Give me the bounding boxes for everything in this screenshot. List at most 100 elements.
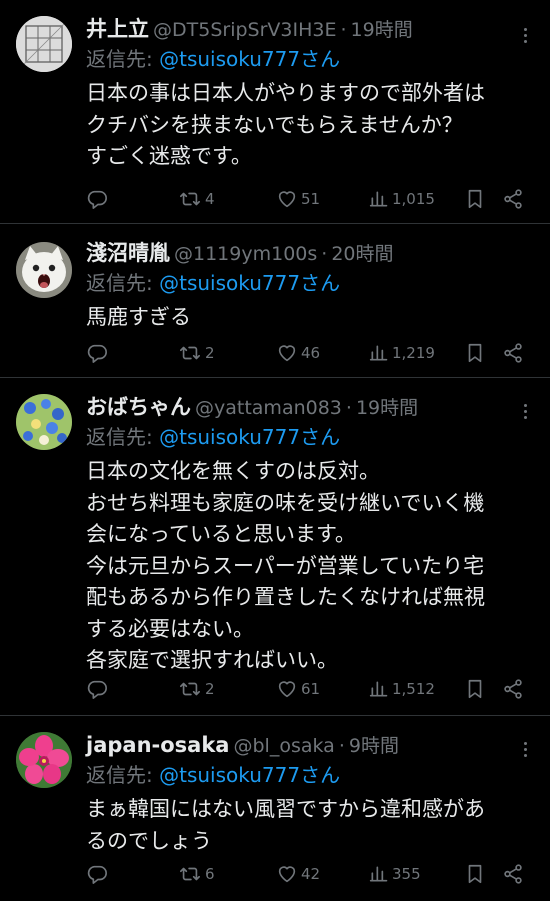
views-button[interactable]: 1,512 [369, 674, 435, 704]
avatar[interactable] [16, 732, 72, 788]
views-button[interactable]: 1,015 [369, 184, 435, 214]
share-button[interactable] [502, 338, 524, 368]
like-button[interactable]: 51 [276, 184, 320, 214]
timestamp[interactable]: 20時間 [331, 239, 393, 269]
user-handle[interactable]: @yattaman083 [195, 393, 342, 423]
reply-button[interactable] [86, 184, 108, 214]
retweet-icon [180, 682, 200, 696]
user-handle[interactable]: @bl_osaka [233, 731, 334, 761]
replying-to: 返信先: @tsuisoku777さん [86, 422, 536, 452]
like-count: 51 [301, 190, 321, 208]
more-options-icon[interactable] [512, 398, 538, 424]
like-button[interactable]: 46 [276, 338, 320, 368]
reply-prefix: 返信先: [86, 271, 160, 295]
reply-icon [87, 865, 107, 884]
user-handle[interactable]: @1119ym100s [174, 239, 317, 269]
timestamp[interactable]: 9時間 [349, 731, 399, 761]
display-name[interactable]: 淺沼晴胤 [86, 238, 170, 268]
analytics-icon [369, 345, 388, 361]
retweet-button[interactable]: 6 [178, 859, 215, 889]
heart-icon [278, 345, 296, 362]
avatar[interactable] [16, 242, 72, 298]
view-count: 355 [392, 865, 421, 883]
replying-to: 返信先: @tsuisoku777さん [86, 268, 536, 298]
bookmark-button[interactable] [464, 184, 486, 214]
bookmark-button[interactable] [464, 338, 486, 368]
like-button[interactable]: 42 [276, 859, 320, 889]
reply-to-link[interactable]: @tsuisoku777さん [159, 425, 340, 449]
avatar[interactable] [16, 16, 72, 72]
heart-icon [278, 681, 296, 698]
like-count: 46 [301, 344, 321, 362]
share-button[interactable] [502, 674, 524, 704]
retweet-button[interactable]: 2 [178, 674, 215, 704]
tweet[interactable]: おばちゃん @yattaman083 · 19時間 返信先: @tsuisoku… [0, 378, 550, 716]
tweet[interactable]: japan-osaka @bl_osaka · 9時間 返信先: @tsuiso… [0, 716, 550, 901]
heart-icon [278, 191, 296, 208]
more-options-icon[interactable] [512, 22, 538, 48]
reply-icon [87, 680, 107, 699]
tweet-text: 日本の事は日本人がやりますので部外者は クチバシを挟まないでもらえませんか？ す… [86, 81, 485, 168]
replying-to: 返信先: @tsuisoku777さん [86, 44, 536, 74]
analytics-icon [369, 191, 388, 207]
display-name[interactable]: おばちゃん [86, 392, 191, 422]
replying-to: 返信先: @tsuisoku777さん [86, 760, 536, 790]
view-count: 1,015 [392, 190, 435, 208]
display-name[interactable]: 井上立 [86, 14, 149, 44]
timestamp[interactable]: 19時間 [351, 15, 413, 45]
hibiscus-avatar-image [16, 732, 72, 788]
bookmark-icon [468, 864, 482, 884]
tweet[interactable]: 井上立 @DT5SripSrV3IH3E · 19時間 返信先: @tsuiso… [0, 0, 550, 224]
tweet-text: まぁ韓国にはない風習ですから違和感があ るのでしょう [86, 797, 485, 853]
retweet-button[interactable]: 4 [178, 184, 215, 214]
retweet-count: 6 [205, 865, 215, 883]
retweet-icon [180, 192, 200, 206]
action-bar: 2 61 1,512 [86, 674, 536, 704]
reply-icon [87, 344, 107, 363]
reply-to-link[interactable]: @tsuisoku777さん [159, 763, 340, 787]
tweet[interactable]: 淺沼晴胤 @1119ym100s · 20時間 返信先: @tsuisoku77… [0, 224, 550, 378]
cat-avatar-image [16, 242, 72, 298]
like-button[interactable]: 61 [276, 674, 320, 704]
retweet-count: 2 [205, 344, 215, 362]
share-icon [504, 864, 522, 884]
view-count: 1,512 [392, 680, 435, 698]
bookmark-icon [468, 189, 482, 209]
separator-dot: · [340, 19, 347, 41]
user-handle[interactable]: @DT5SripSrV3IH3E [153, 15, 336, 45]
reply-button[interactable] [86, 338, 108, 368]
reply-to-link[interactable]: @tsuisoku777さん [159, 271, 340, 295]
flowers-avatar-image [16, 394, 72, 450]
action-bar: 4 51 1,015 [86, 184, 536, 214]
retweet-button[interactable]: 2 [178, 338, 215, 368]
analytics-icon [369, 866, 388, 882]
more-options-icon[interactable] [512, 736, 538, 762]
avatar[interactable] [16, 394, 72, 450]
reply-to-link[interactable]: @tsuisoku777さん [159, 47, 340, 71]
separator-dot: · [345, 397, 352, 419]
retweet-count: 4 [205, 190, 215, 208]
views-button[interactable]: 1,219 [369, 338, 435, 368]
like-count: 42 [301, 865, 321, 883]
views-button[interactable]: 355 [369, 859, 421, 889]
reply-prefix: 返信先: [86, 47, 160, 71]
retweet-icon [180, 346, 200, 360]
share-button[interactable] [502, 184, 524, 214]
tweet-text: 日本の文化を無くすのは反対。 おせち料理も家庭の味を受け継いでいく機 会になって… [86, 459, 485, 672]
share-icon [504, 679, 522, 699]
separator-dot: · [321, 243, 328, 265]
sketch-avatar-image [16, 16, 72, 72]
bookmark-button[interactable] [464, 859, 486, 889]
bookmark-icon [468, 343, 482, 363]
share-button[interactable] [502, 859, 524, 889]
reply-button[interactable] [86, 674, 108, 704]
view-count: 1,219 [392, 344, 435, 362]
reply-timeline: 井上立 @DT5SripSrV3IH3E · 19時間 返信先: @tsuiso… [0, 0, 550, 901]
display-name[interactable]: japan-osaka [86, 730, 229, 760]
timestamp[interactable]: 19時間 [356, 393, 418, 423]
bookmark-button[interactable] [464, 674, 486, 704]
tweet-text: 馬鹿すぎる [86, 305, 191, 329]
like-count: 61 [301, 680, 321, 698]
reply-button[interactable] [86, 859, 108, 889]
retweet-icon [180, 867, 200, 881]
